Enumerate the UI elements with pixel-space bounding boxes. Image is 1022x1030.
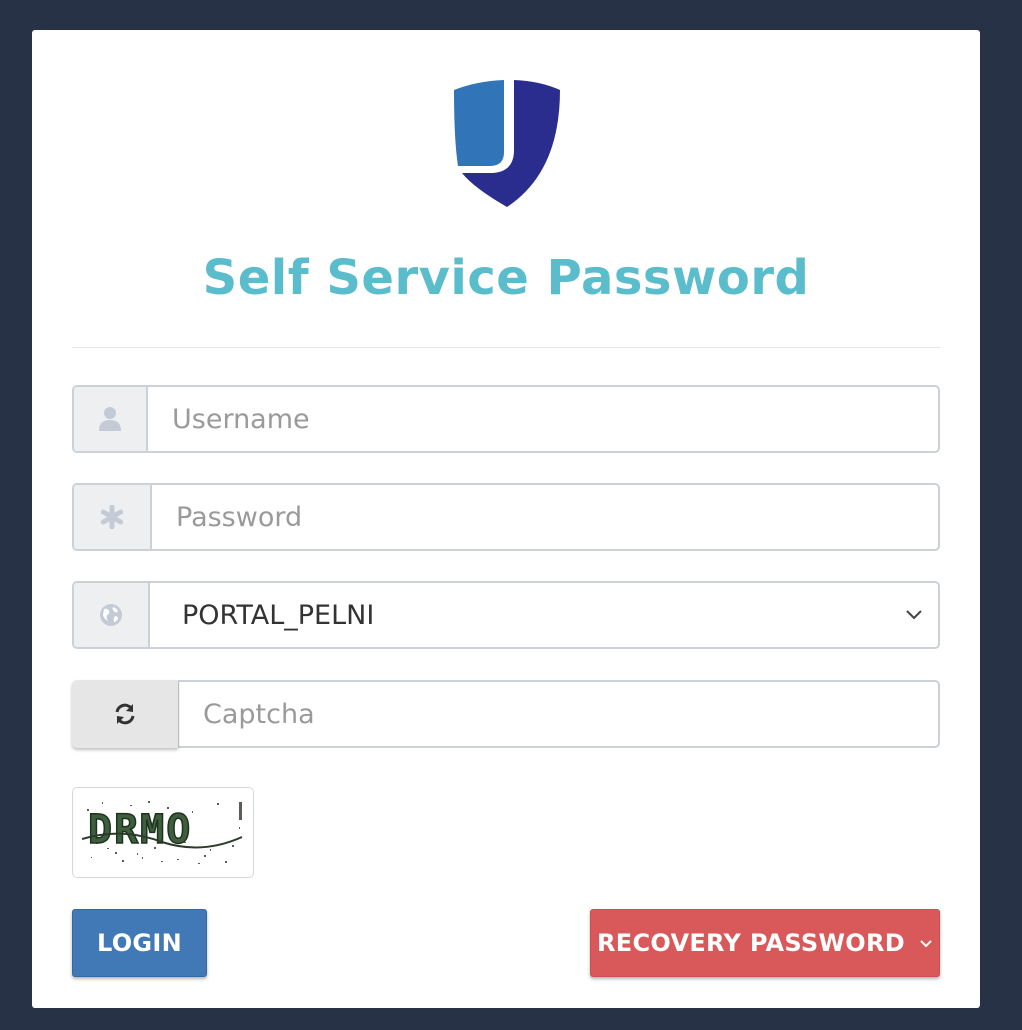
captcha-input[interactable]: Captcha bbox=[177, 680, 940, 748]
domain-select-value: PORTAL_PELNI bbox=[182, 599, 375, 631]
domain-select[interactable]: PORTAL_PELNI bbox=[72, 581, 940, 649]
captcha-image: DRMO bbox=[72, 787, 254, 878]
password-group: Password bbox=[72, 483, 940, 551]
password-input[interactable]: Password bbox=[152, 485, 938, 549]
login-card: Self Service Password Username Password bbox=[32, 30, 980, 1008]
captcha-refresh-button[interactable] bbox=[72, 680, 178, 748]
login-button-label: LOGIN bbox=[96, 929, 183, 957]
page-title: Self Service Password bbox=[202, 250, 810, 306]
user-icon bbox=[74, 387, 148, 451]
shield-logo-icon bbox=[454, 80, 560, 207]
chevron-down-icon bbox=[890, 583, 938, 647]
refresh-icon bbox=[115, 703, 135, 725]
login-button[interactable]: LOGIN bbox=[72, 909, 207, 977]
globe-icon bbox=[74, 583, 150, 647]
asterisk-icon bbox=[74, 485, 152, 549]
recovery-button-label: RECOVERY PASSWORD bbox=[597, 929, 905, 957]
chevron-down-icon bbox=[919, 939, 933, 948]
captcha-group: Captcha bbox=[72, 680, 940, 748]
recovery-password-button[interactable]: RECOVERY PASSWORD bbox=[590, 909, 940, 977]
username-group: Username bbox=[72, 385, 940, 453]
username-input[interactable]: Username bbox=[148, 387, 938, 451]
divider bbox=[72, 347, 940, 348]
